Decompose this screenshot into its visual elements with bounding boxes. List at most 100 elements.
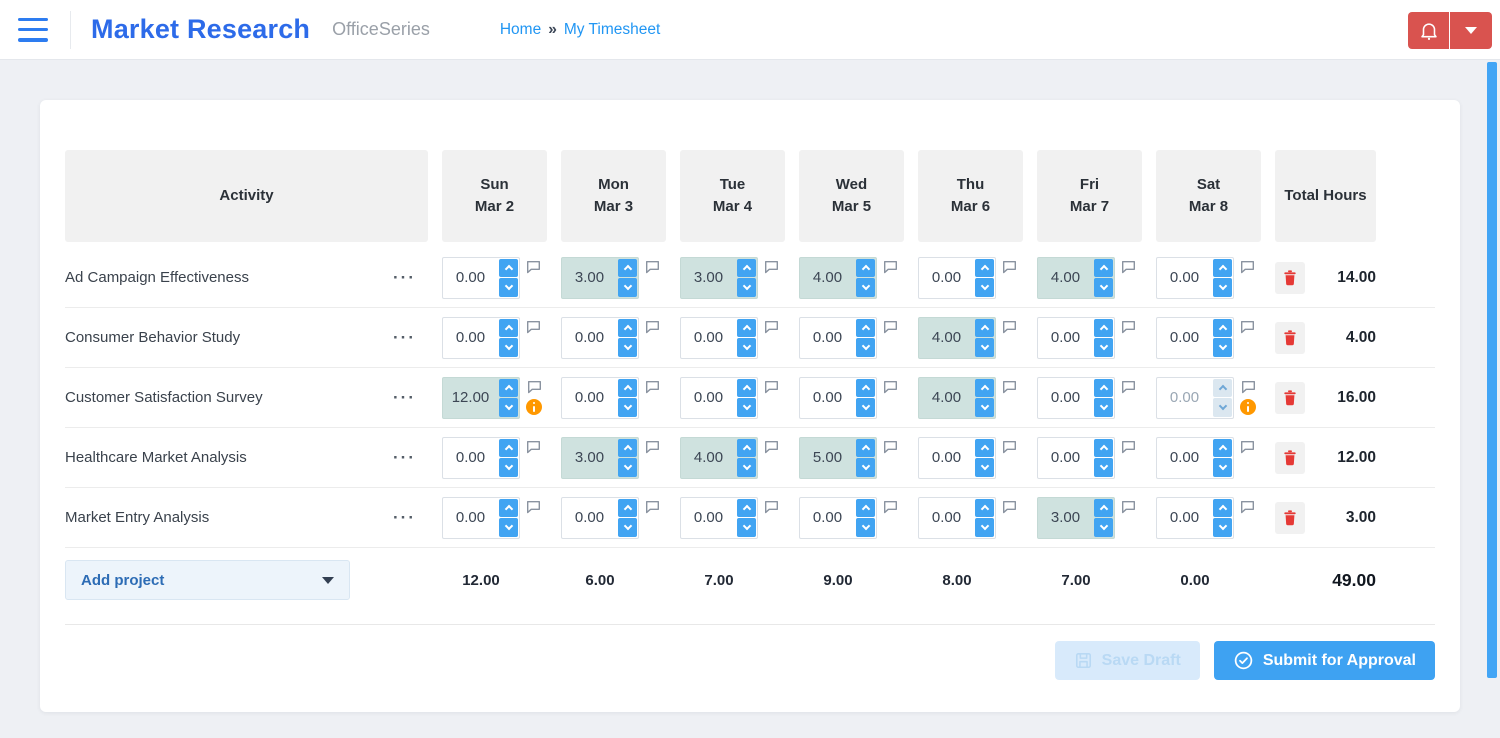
decrement-button[interactable] <box>499 278 518 297</box>
comment-icon[interactable] <box>645 500 660 514</box>
decrement-button[interactable] <box>618 518 637 537</box>
hours-value[interactable]: 4.00 <box>1038 258 1093 298</box>
decrement-button[interactable] <box>499 398 518 417</box>
comment-icon[interactable] <box>645 320 660 334</box>
comment-icon[interactable] <box>883 500 898 514</box>
hours-input[interactable]: 4.00 <box>680 436 758 479</box>
hours-value[interactable]: 0.00 <box>1157 498 1212 538</box>
warning-icon[interactable] <box>1240 398 1256 415</box>
hours-input[interactable]: 0.00 <box>1037 316 1115 359</box>
decrement-button[interactable] <box>975 278 994 297</box>
increment-button[interactable] <box>856 498 875 517</box>
decrement-button[interactable] <box>1094 278 1113 297</box>
increment-button[interactable] <box>856 258 875 277</box>
decrement-button[interactable] <box>1213 518 1232 537</box>
decrement-button[interactable] <box>975 398 994 417</box>
increment-button[interactable] <box>856 378 875 397</box>
decrement-button[interactable] <box>975 518 994 537</box>
hours-input[interactable]: 4.00 <box>1037 256 1115 299</box>
notifications-button[interactable] <box>1408 12 1450 49</box>
hours-value[interactable]: 3.00 <box>681 258 736 298</box>
increment-button[interactable] <box>618 378 637 397</box>
hours-value[interactable]: 5.00 <box>800 438 855 478</box>
comment-icon[interactable] <box>764 440 779 454</box>
comment-icon[interactable] <box>526 260 541 274</box>
hours-input[interactable]: 12.00 <box>442 376 520 419</box>
decrement-button[interactable] <box>737 338 756 357</box>
hours-input[interactable]: 0.00 <box>680 496 758 539</box>
user-menu-button[interactable] <box>1450 12 1492 49</box>
comment-icon[interactable] <box>1002 440 1017 454</box>
increment-button[interactable] <box>975 258 994 277</box>
decrement-button[interactable] <box>856 458 875 477</box>
increment-button[interactable] <box>975 318 994 337</box>
increment-button[interactable] <box>975 498 994 517</box>
breadcrumb-current-link[interactable]: My Timesheet <box>564 21 660 39</box>
comment-icon[interactable] <box>1240 320 1255 334</box>
hours-value[interactable]: 0.00 <box>800 498 855 538</box>
comment-icon[interactable] <box>526 440 541 454</box>
comment-icon[interactable] <box>526 320 541 334</box>
increment-button[interactable] <box>499 498 518 517</box>
hours-value[interactable]: 0.00 <box>1157 378 1212 418</box>
delete-row-button[interactable] <box>1275 261 1305 294</box>
comment-icon[interactable] <box>645 380 660 394</box>
row-menu-button[interactable]: ··· <box>391 329 418 347</box>
comment-icon[interactable] <box>1241 380 1256 394</box>
hours-input[interactable]: 0.00 <box>1156 376 1234 419</box>
increment-button[interactable] <box>1213 318 1232 337</box>
comment-icon[interactable] <box>1240 260 1255 274</box>
increment-button[interactable] <box>499 318 518 337</box>
comment-icon[interactable] <box>1121 380 1136 394</box>
save-draft-button[interactable]: Save Draft <box>1054 641 1200 680</box>
decrement-button[interactable] <box>1094 338 1113 357</box>
hours-input[interactable]: 0.00 <box>561 376 639 419</box>
hours-input[interactable]: 0.00 <box>680 316 758 359</box>
comment-icon[interactable] <box>764 500 779 514</box>
increment-button[interactable] <box>856 318 875 337</box>
hours-input[interactable]: 0.00 <box>1156 316 1234 359</box>
hours-input[interactable]: 0.00 <box>799 316 877 359</box>
comment-icon[interactable] <box>1121 260 1136 274</box>
hours-input[interactable]: 0.00 <box>1156 496 1234 539</box>
comment-icon[interactable] <box>527 380 542 394</box>
hours-input[interactable]: 0.00 <box>442 436 520 479</box>
increment-button[interactable] <box>1213 438 1232 457</box>
comment-icon[interactable] <box>1002 260 1017 274</box>
hours-value[interactable]: 4.00 <box>919 378 974 418</box>
hours-input[interactable]: 0.00 <box>918 496 996 539</box>
hours-value[interactable]: 0.00 <box>681 318 736 358</box>
increment-button[interactable] <box>499 258 518 277</box>
comment-icon[interactable] <box>764 380 779 394</box>
decrement-button[interactable] <box>1213 338 1232 357</box>
increment-button[interactable] <box>737 438 756 457</box>
comment-icon[interactable] <box>1240 500 1255 514</box>
hours-input[interactable]: 4.00 <box>918 316 996 359</box>
hours-value[interactable]: 0.00 <box>562 378 617 418</box>
breadcrumb-home-link[interactable]: Home <box>500 21 541 39</box>
hours-value[interactable]: 0.00 <box>443 498 498 538</box>
increment-button[interactable] <box>618 498 637 517</box>
delete-row-button[interactable] <box>1275 321 1305 354</box>
comment-icon[interactable] <box>1240 440 1255 454</box>
decrement-button[interactable] <box>1094 398 1113 417</box>
add-project-dropdown[interactable]: Add project <box>65 560 350 600</box>
hours-value[interactable]: 0.00 <box>443 258 498 298</box>
hours-value[interactable]: 0.00 <box>800 318 855 358</box>
hours-value[interactable]: 3.00 <box>562 438 617 478</box>
increment-button[interactable] <box>499 438 518 457</box>
increment-button[interactable] <box>737 318 756 337</box>
hours-value[interactable]: 0.00 <box>562 498 617 538</box>
comment-icon[interactable] <box>764 260 779 274</box>
hours-value[interactable]: 0.00 <box>562 318 617 358</box>
increment-button[interactable] <box>737 498 756 517</box>
hours-input[interactable]: 0.00 <box>1037 376 1115 419</box>
decrement-button[interactable] <box>618 338 637 357</box>
decrement-button[interactable] <box>618 278 637 297</box>
comment-icon[interactable] <box>764 320 779 334</box>
hours-input[interactable]: 0.00 <box>442 496 520 539</box>
hours-input[interactable]: 5.00 <box>799 436 877 479</box>
decrement-button[interactable] <box>856 398 875 417</box>
hours-input[interactable]: 3.00 <box>561 436 639 479</box>
hours-input[interactable]: 0.00 <box>680 376 758 419</box>
